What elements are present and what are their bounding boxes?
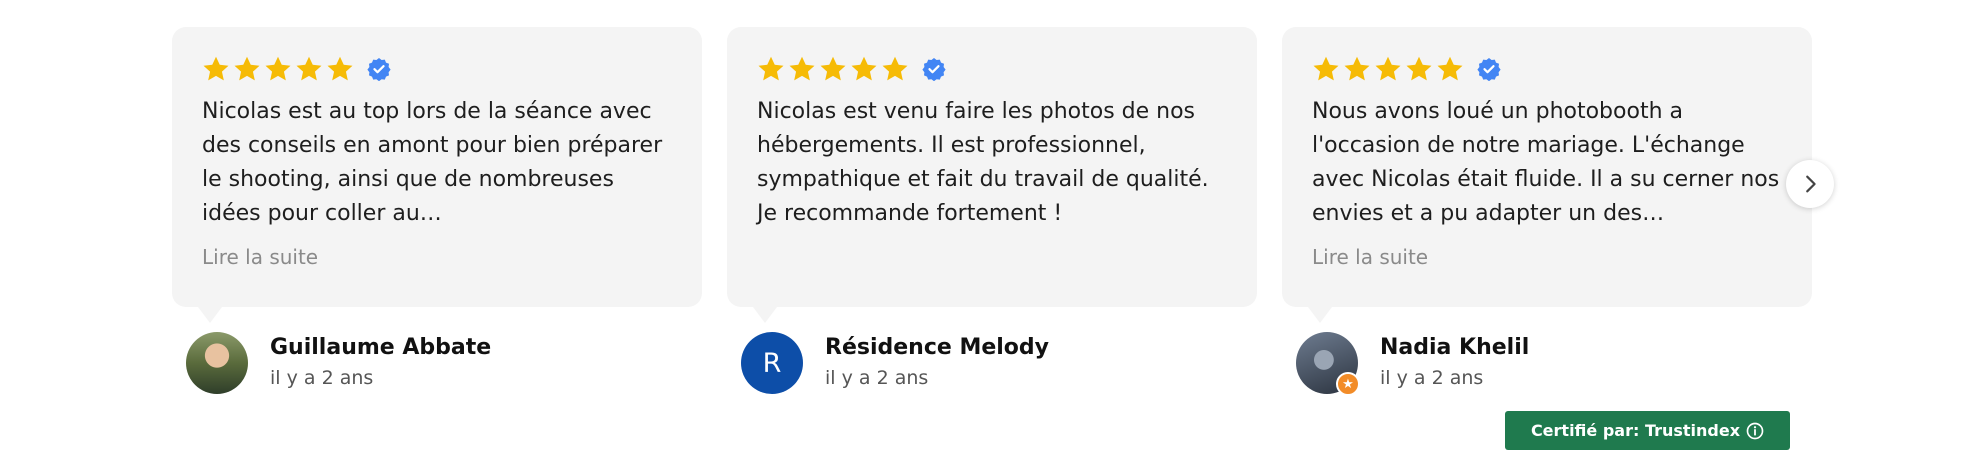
author-name: Nadia Khelil [1380,335,1530,360]
star-icon [265,56,291,81]
review-date: il y a 2 ans [825,367,929,389]
review-author: R Résidence Melody il y a 2 ans [741,332,1049,394]
star-icon [882,56,908,81]
certified-label: Certifié par: Trustindex [1530,421,1741,440]
certified-badge[interactable]: Certifié par: Trustindex [1505,411,1790,450]
star-icon [1375,56,1401,81]
star-icon [789,56,815,81]
star-rating [202,55,391,83]
chevron-right-icon [1806,175,1816,193]
avatar: R [741,332,803,394]
review-date: il y a 2 ans [1380,367,1484,389]
review-card: Nicolas est au top lors de la séance ave… [172,27,702,323]
read-more-link[interactable]: Lire la suite [202,245,318,269]
star-icon [851,56,877,81]
carousel-next-button[interactable] [1786,160,1834,208]
review-date: il y a 2 ans [270,367,374,389]
author-name: Résidence Melody [825,335,1050,360]
star-icon [203,56,229,81]
review-card: Nicolas est venu faire les photos de nos… [727,27,1257,323]
info-circle-icon [1746,422,1764,439]
review-author: ★ Nadia Khelil il y a 2 ans [1296,332,1530,396]
review-text: Nous avons loué un photobooth a l'occasi… [1312,99,1780,226]
read-more-link[interactable]: Lire la suite [1312,245,1428,269]
star-icon [1313,56,1339,81]
star-icon [296,56,322,81]
review-text: Nicolas est au top lors de la séance ave… [202,99,663,226]
review-text: Nicolas est venu faire les photos de nos… [757,99,1209,226]
review-card: Nous avons loué un photobooth a l'occasi… [1282,27,1812,323]
star-rating [1312,55,1501,83]
verified-check-icon [922,58,946,81]
avatar [186,332,248,394]
avatar: ★ [1296,332,1360,396]
star-rating [757,55,946,83]
star-icon [234,56,260,81]
review-author: Guillaume Abbate il y a 2 ans [186,332,491,394]
star-icon [1406,56,1432,81]
star-icon [1437,56,1463,81]
author-name: Guillaume Abbate [270,335,492,360]
verified-check-icon [367,58,391,81]
verified-check-icon [1477,58,1501,81]
reviewer-badge-icon: ★ [1336,372,1360,396]
star-icon [820,56,846,81]
star-icon [1344,56,1370,81]
star-icon [758,56,784,81]
star-icon [327,56,353,81]
